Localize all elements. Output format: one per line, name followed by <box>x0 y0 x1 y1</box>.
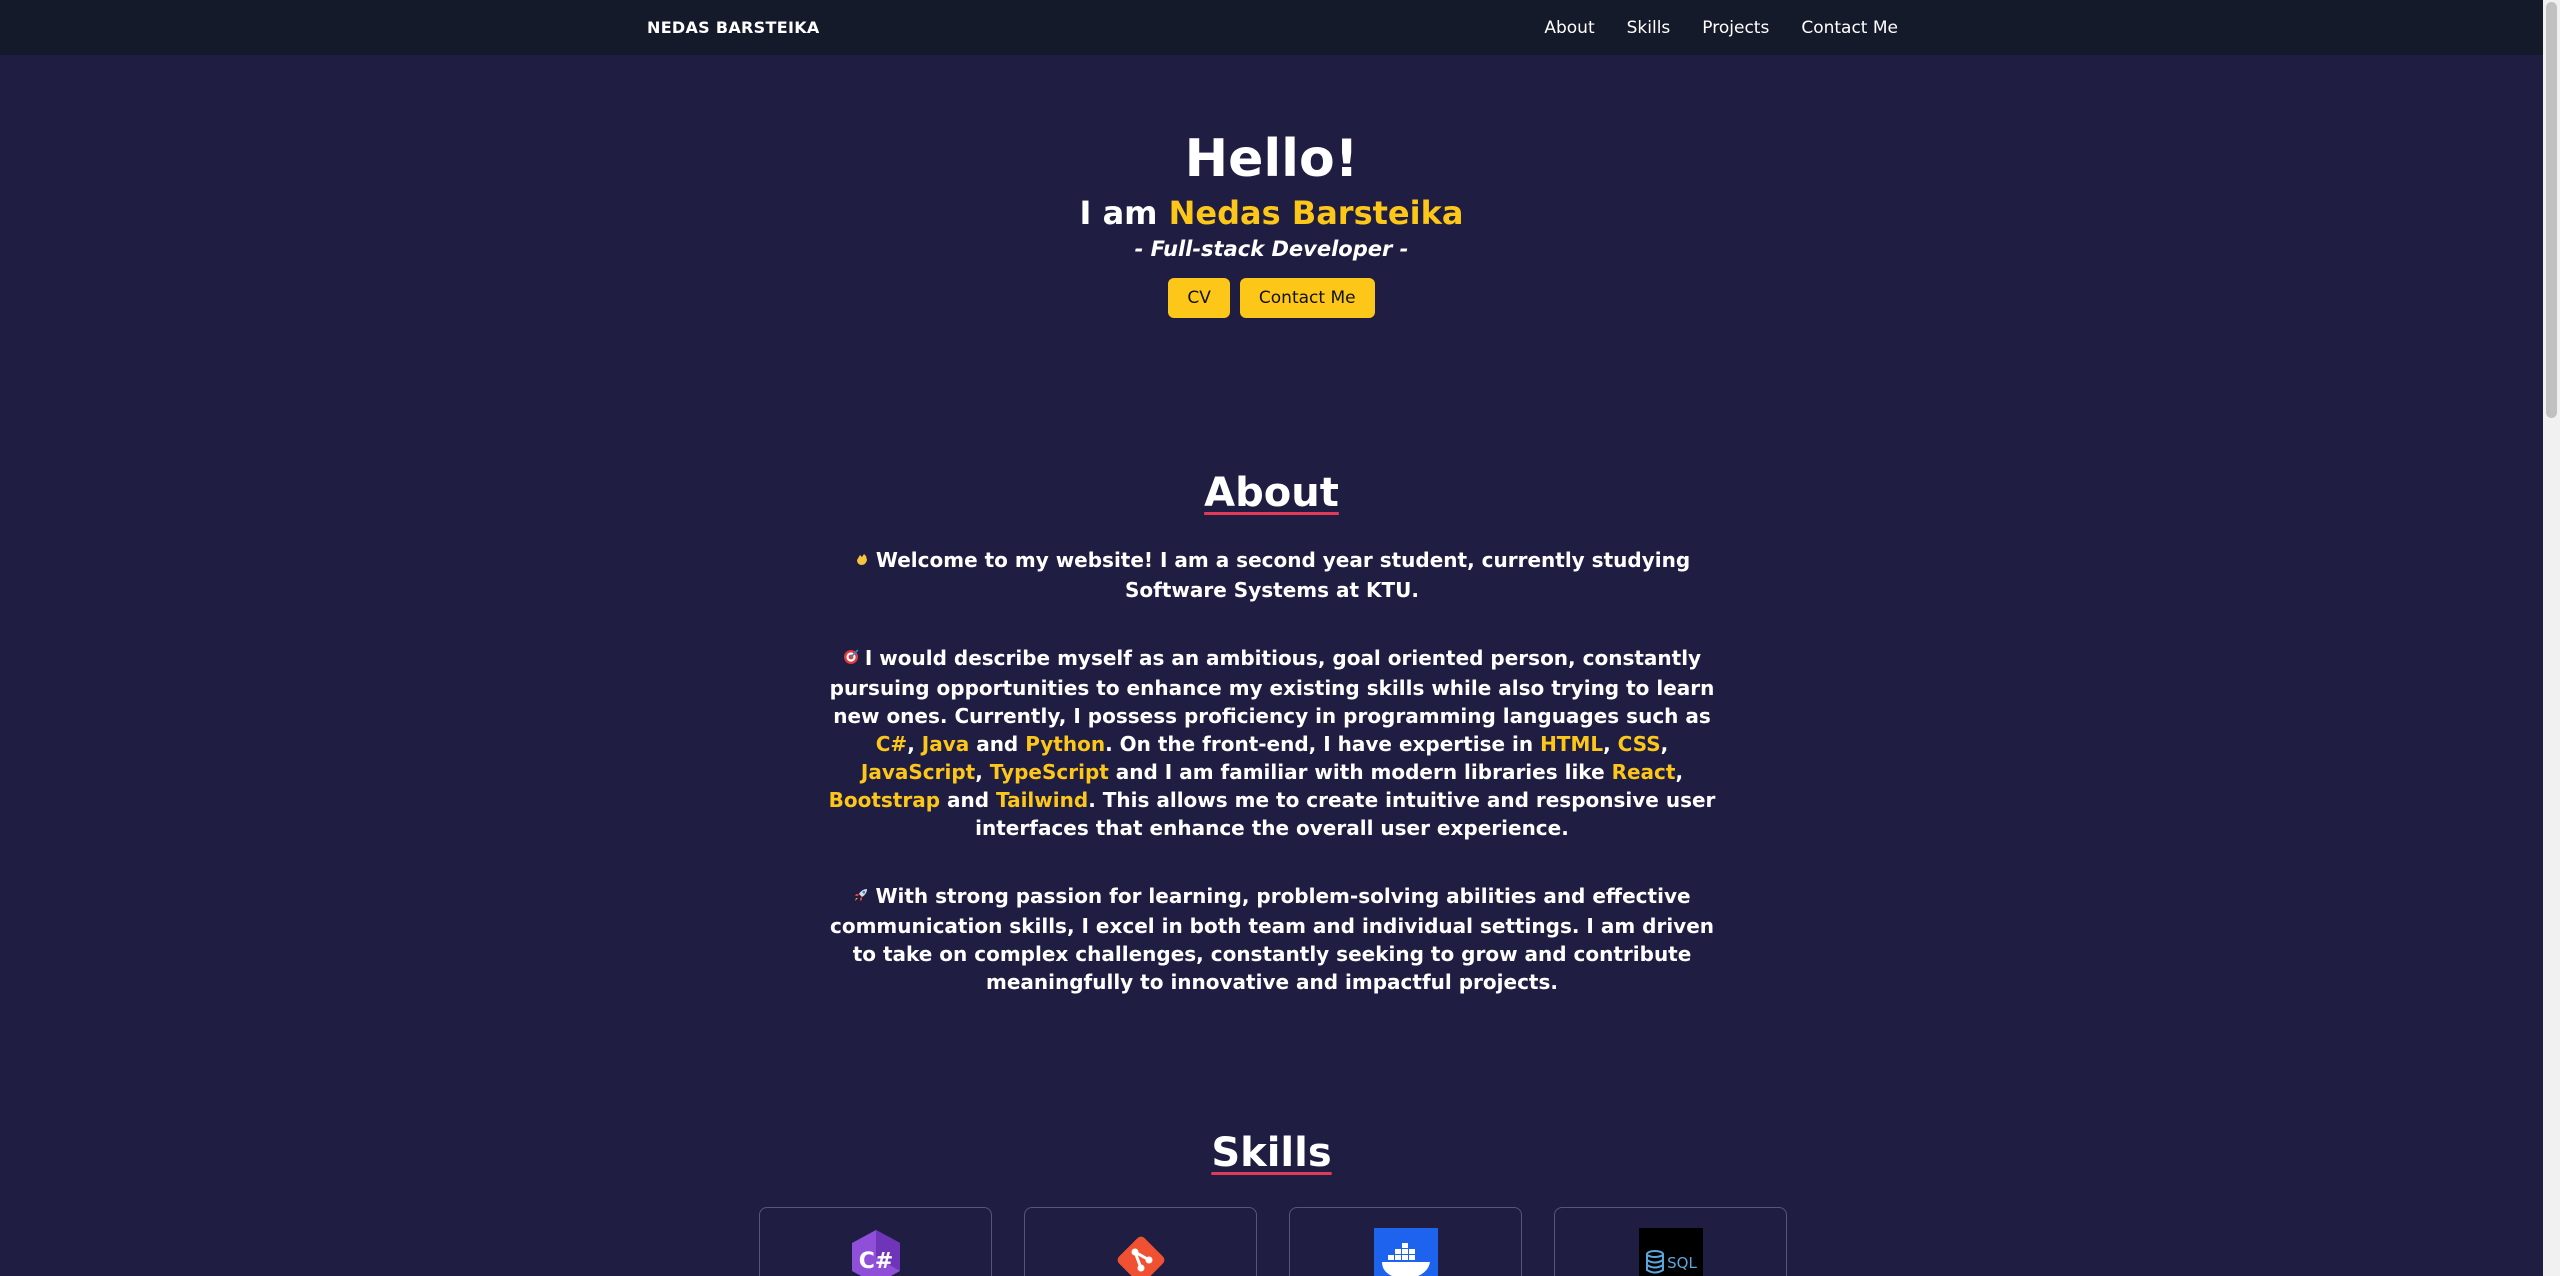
about-text-run: I would describe myself as an ambitious,… <box>829 646 1715 728</box>
about-text-run: , <box>1675 760 1684 784</box>
about-paragraph-3: With strong passion for learning, proble… <box>822 882 1722 996</box>
about-paragraph-1-text: Welcome to my website! I am a second yea… <box>875 548 1691 602</box>
nav-links: About Skills Projects Contact Me <box>1544 18 1898 38</box>
sql-icon-label: SQL <box>1667 1254 1697 1272</box>
target-icon <box>843 646 859 674</box>
skill-card-csharp[interactable]: C# <box>759 1207 992 1276</box>
rocket-icon <box>853 884 869 912</box>
hero-buttons: CV Contact Me <box>0 278 2543 318</box>
navbar: NEDAS BARSTEIKA About Skills Projects Co… <box>0 0 2543 55</box>
scrollbar-thumb[interactable] <box>2546 2 2557 418</box>
skill-highlight-css: CSS <box>1617 732 1661 756</box>
about-text-run: , <box>975 760 990 784</box>
hero-intro: I am Nedas Barsteika <box>0 192 2543 234</box>
page-scrollbar[interactable] <box>2543 0 2560 1276</box>
waving-hand-icon <box>854 548 870 576</box>
nav-link-skills[interactable]: Skills <box>1627 18 1671 38</box>
skill-highlight-typescript: TypeScript <box>989 760 1109 784</box>
csharp-icon: C# <box>844 1228 908 1276</box>
about-text-run: and I am familiar with modern libraries … <box>1108 760 1612 784</box>
brand-logo[interactable]: NEDAS BARSTEIKA <box>647 18 820 37</box>
nav-link-projects[interactable]: Projects <box>1702 18 1769 38</box>
skill-highlight-react: React <box>1611 760 1676 784</box>
hero-intro-prefix: I am <box>1079 194 1169 232</box>
skill-highlight-python: Python <box>1025 732 1106 756</box>
about-text-run: and <box>940 788 997 812</box>
contact-me-button[interactable]: Contact Me <box>1239 278 1375 318</box>
about-text-run: , <box>1660 732 1669 756</box>
about-text-run: , <box>907 732 922 756</box>
cv-button[interactable]: CV <box>1168 278 1230 318</box>
about-paragraph-1: Welcome to my website! I am a second yea… <box>822 546 1722 604</box>
hero-section: Hello! I am Nedas Barsteika - Full-stack… <box>0 128 2543 318</box>
skill-card-sql[interactable]: SQL <box>1554 1207 1787 1276</box>
about-text-run: . On the front-end, I have expertise in <box>1105 732 1541 756</box>
about-heading: About <box>0 470 2543 516</box>
csharp-icon-label: C# <box>858 1249 893 1274</box>
about-paragraph-3-text: With strong passion for learning, proble… <box>829 884 1715 994</box>
docker-icon <box>1373 1228 1438 1276</box>
about-title: About <box>1204 470 1339 516</box>
hero-name: Nedas Barsteika <box>1168 194 1464 232</box>
skill-highlight-javascript: JavaScript <box>860 760 976 784</box>
about-paragraph-2: I would describe myself as an ambitious,… <box>822 644 1722 842</box>
nav-link-contact[interactable]: Contact Me <box>1801 18 1898 38</box>
about-text-run: and <box>969 732 1026 756</box>
skill-highlight-java: Java <box>921 732 970 756</box>
skills-grid: C# SQL <box>759 1207 1787 1276</box>
skill-highlight-html: HTML <box>1540 732 1604 756</box>
hero-greeting: Hello! <box>1184 129 1359 189</box>
nav-link-about[interactable]: About <box>1544 18 1594 38</box>
page: NEDAS BARSTEIKA About Skills Projects Co… <box>0 0 2543 1276</box>
skill-highlight-tailwind: Tailwind <box>996 788 1089 812</box>
skills-heading: Skills <box>0 1130 2543 1176</box>
about-text: Welcome to my website! I am a second yea… <box>822 546 1722 1036</box>
sql-icon: SQL <box>1638 1228 1703 1276</box>
skill-card-git[interactable] <box>1024 1207 1257 1276</box>
about-text-run: , <box>1603 732 1618 756</box>
git-icon <box>1109 1228 1173 1276</box>
skill-highlight-bootstrap: Bootstrap <box>828 788 941 812</box>
skill-highlight-csharp: C# <box>875 732 908 756</box>
skill-card-docker[interactable] <box>1289 1207 1522 1276</box>
hero-role: - Full-stack Developer - <box>1134 237 1409 261</box>
skills-title: Skills <box>1211 1130 1332 1176</box>
